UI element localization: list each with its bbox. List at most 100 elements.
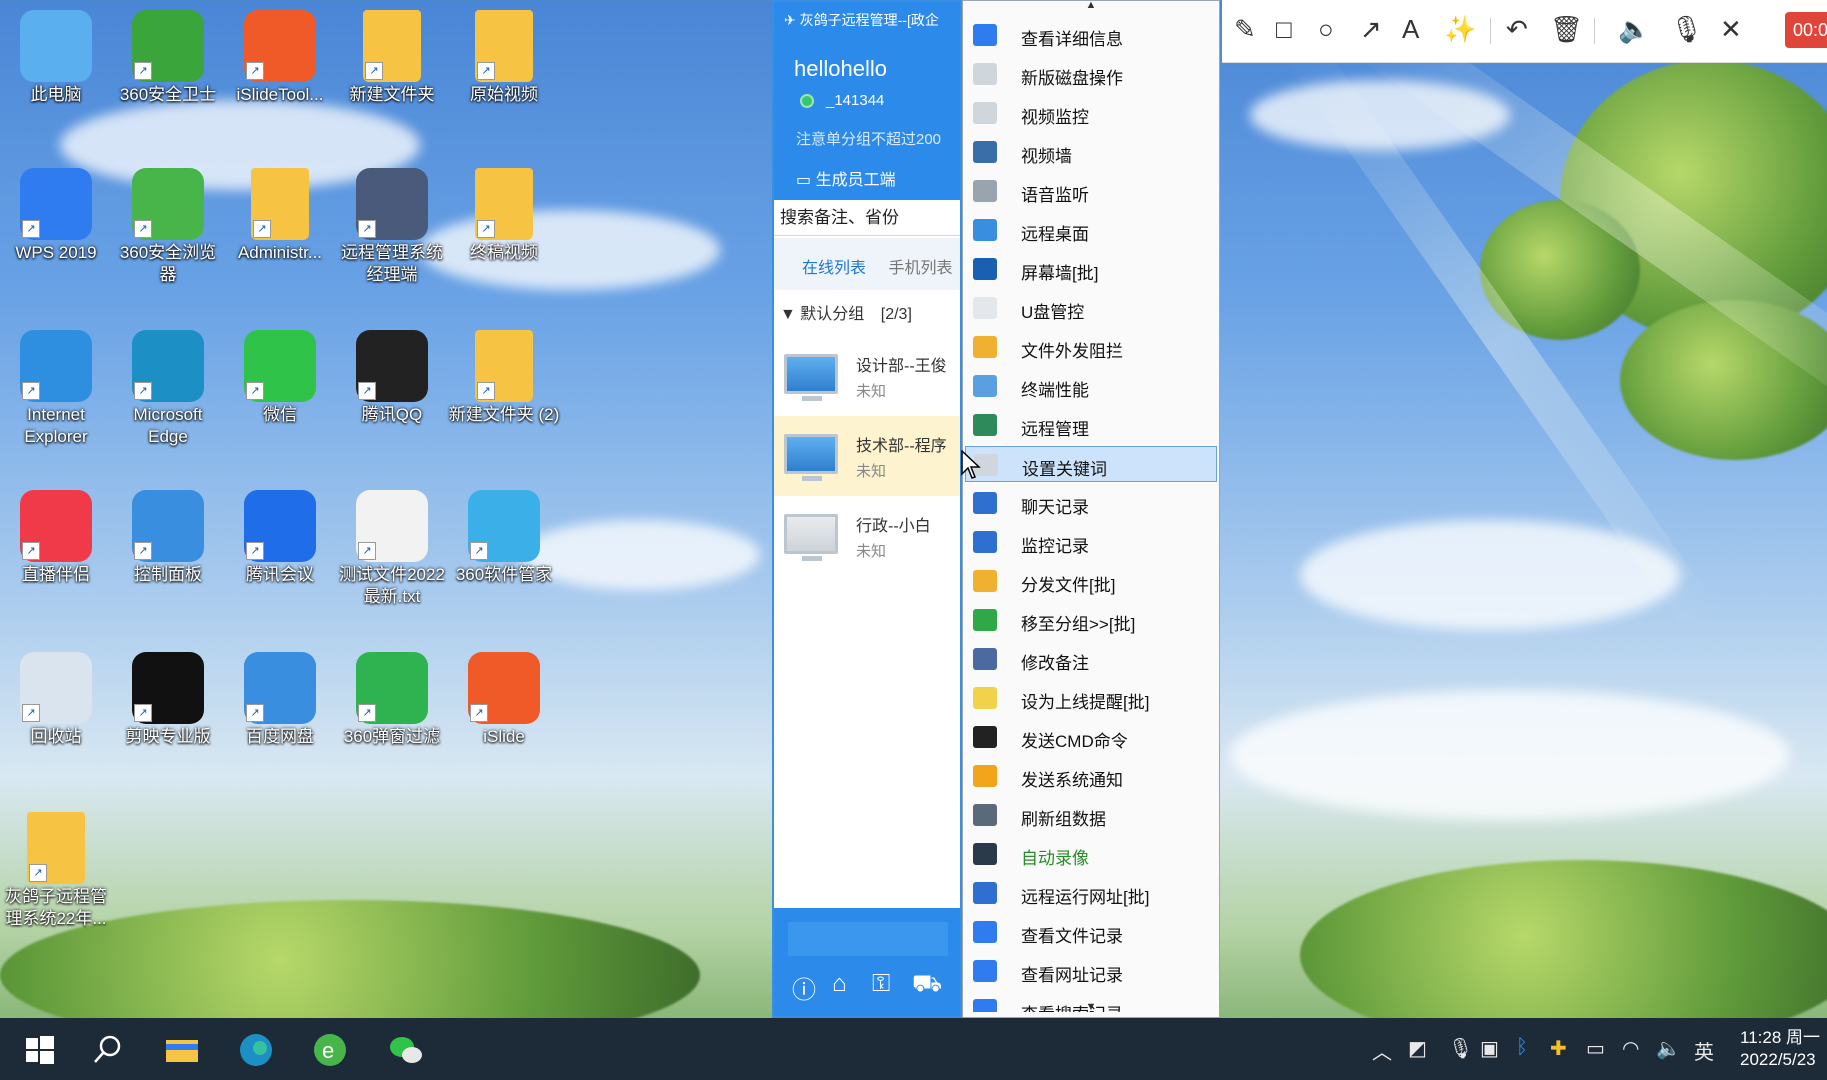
menu-item[interactable]: 聊天记录	[965, 485, 1217, 521]
menu-item[interactable]: 终端性能	[965, 368, 1217, 404]
screen-tray-icon[interactable]: ▣	[1480, 1036, 1499, 1061]
desktop-icon[interactable]: ↗ 灰鸽子远程管理系统22年...	[0, 812, 112, 930]
desktop-icon[interactable]: ↗ 微信	[224, 330, 336, 426]
menu-item[interactable]: 刷新组数据	[965, 797, 1217, 833]
menu-item[interactable]: 发送系统通知	[965, 758, 1217, 794]
desktop-icon[interactable]: ↗ 360弹窗过滤	[336, 652, 448, 748]
microphone-icon[interactable]: 🎙	[1670, 14, 1703, 44]
security-tray-icon[interactable]: ◩	[1408, 1036, 1427, 1061]
menu-item[interactable]: U盘管控	[965, 290, 1217, 326]
desktop-icon[interactable]: ↗ 控制面板	[112, 490, 224, 586]
search-input[interactable]: 搜索备注、省份	[774, 200, 960, 236]
desktop-icon[interactable]: ↗ 回收站	[0, 652, 112, 748]
battery-icon[interactable]: ▭	[1586, 1036, 1605, 1061]
circle-icon[interactable]: ○	[1318, 14, 1334, 44]
menu-item[interactable]: 监控记录	[965, 524, 1217, 560]
menu-item[interactable]: 查看文件记录	[965, 914, 1217, 950]
search-icon[interactable]	[88, 1030, 128, 1070]
lock-icon[interactable]: ⌂	[832, 970, 847, 998]
desktop-icon[interactable]: ↗ WPS 2019	[0, 168, 112, 264]
islide-icon: ↗	[468, 652, 540, 724]
menu-item[interactable]: 视频墙	[965, 134, 1217, 170]
device-row-selected[interactable]: 技术部--程序 未知	[774, 416, 960, 496]
desktop-icon[interactable]: ↗ iSlide	[448, 652, 560, 748]
trash-icon[interactable]: 🗑	[1550, 14, 1583, 44]
menu-item-label: 语音监听	[1021, 186, 1089, 205]
menu-item[interactable]: 语音监听	[965, 173, 1217, 209]
menu-item-label: 新版磁盘操作	[1021, 69, 1123, 88]
desktop-icon[interactable]: ↗ 直播伴侣	[0, 490, 112, 586]
computer-icon	[784, 354, 838, 394]
desktop-icon[interactable]: ↗ 新建文件夹	[336, 10, 448, 106]
menu-item[interactable]: 移至分组>>[批]	[965, 602, 1217, 638]
menu-item[interactable]: 视频监控	[965, 95, 1217, 131]
rectangle-icon[interactable]: □	[1276, 14, 1292, 44]
device-row[interactable]: 行政--小白 未知	[774, 496, 960, 576]
device-row[interactable]: 设计部--王俊 未知	[774, 336, 960, 416]
wechat-taskbar-icon[interactable]	[386, 1030, 426, 1070]
pencil-icon[interactable]: ✎	[1234, 14, 1256, 44]
menu-item[interactable]: 分发文件[批]	[965, 563, 1217, 599]
desktop-icon[interactable]: ↗ Internet Explorer	[0, 330, 112, 448]
generate-employee-button[interactable]: ▭ 生成员工端	[796, 166, 896, 190]
speaker-icon[interactable]: 🔈	[1618, 14, 1650, 44]
cart-icon[interactable]: ⛟	[912, 970, 942, 1000]
menu-item[interactable]: 自动录像	[965, 836, 1217, 872]
menu-item[interactable]: 设置关键词	[965, 446, 1217, 482]
microphone-tray-icon[interactable]: 🎙	[1448, 1036, 1473, 1061]
key-icon[interactable]: ⚿	[872, 970, 890, 998]
desktop-icon[interactable]: ↗ iSlideTool...	[224, 10, 336, 106]
close-icon[interactable]: ✕	[1720, 14, 1742, 44]
desktop-icon[interactable]: ↗ 剪映专业版	[112, 652, 224, 748]
360-browser-taskbar-icon[interactable]: e	[310, 1030, 350, 1070]
tab-mobile-list[interactable]: 手机列表	[888, 254, 952, 278]
tab-online-list[interactable]: 在线列表	[802, 254, 866, 278]
360-tray-icon[interactable]: ✚	[1550, 1036, 1567, 1061]
menu-item[interactable]: 远程管理	[965, 407, 1217, 443]
arrow-icon[interactable]: ↗	[1360, 14, 1382, 44]
text-icon[interactable]: A	[1402, 14, 1419, 44]
menu-item[interactable]: 发送CMD命令	[965, 719, 1217, 755]
group-header[interactable]: ▼ 默认分组 [2/3]	[780, 300, 912, 324]
volume-icon[interactable]: 🔈	[1656, 1036, 1681, 1061]
desktop-icon[interactable]: ↗ 百度网盘	[224, 652, 336, 748]
menu-item[interactable]: 查看搜索记录	[965, 992, 1217, 1012]
desktop-icon[interactable]: ↗ Administr...	[224, 168, 336, 264]
menu-item[interactable]: 远程运行网址[批]	[965, 875, 1217, 911]
desktop-icon[interactable]: 此电脑	[0, 10, 112, 106]
menu-item[interactable]: 远程桌面	[965, 212, 1217, 248]
desktop-icon[interactable]: ↗ 360安全浏览器	[112, 168, 224, 286]
desktop-icon[interactable]: ↗ 终稿视频	[448, 168, 560, 264]
menu-item[interactable]: 查看网址记录	[965, 953, 1217, 989]
menu-item-label: 屏幕墙[批]	[1021, 264, 1099, 283]
edge-browser-icon[interactable]	[236, 1030, 276, 1070]
desktop-icon[interactable]: ↗ 腾讯QQ	[336, 330, 448, 426]
desktop-icon[interactable]: ↗ 远程管理系统经理端	[336, 168, 448, 286]
menu-item[interactable]: 新版磁盘操作	[965, 56, 1217, 92]
menu-scroll-up-icon[interactable]: ▲	[963, 0, 1219, 15]
windows-start-icon[interactable]	[20, 1030, 60, 1070]
undo-icon[interactable]: ↶	[1506, 14, 1528, 44]
info-icon[interactable]: ⓘ	[792, 970, 816, 1005]
desktop-icon[interactable]: ↗ 360软件管家	[448, 490, 560, 586]
desktop-icon[interactable]: ↗ 360安全卫士	[112, 10, 224, 106]
menu-item[interactable]: 修改备注	[965, 641, 1217, 677]
file-explorer-icon[interactable]	[162, 1030, 202, 1070]
desktop-icon[interactable]: ↗ 测试文件2022最新.txt	[336, 490, 448, 608]
chevron-up-icon[interactable]: ︿	[1372, 1036, 1392, 1065]
desktop-icon[interactable]: ↗ Microsoft Edge	[112, 330, 224, 448]
desktop-icon-label: Administr...	[237, 243, 323, 262]
shortcut-arrow-icon: ↗	[134, 542, 152, 560]
menu-item[interactable]: 查看详细信息	[965, 17, 1217, 53]
menu-item[interactable]: 文件外发阻拦	[965, 329, 1217, 365]
magic-wand-icon[interactable]: ✨	[1444, 14, 1476, 44]
bluetooth-icon[interactable]: ᛒ	[1516, 1036, 1528, 1059]
desktop-icon[interactable]: ↗ 原始视频	[448, 10, 560, 106]
wifi-icon[interactable]: ◠	[1622, 1036, 1639, 1061]
menu-item[interactable]: 设为上线提醒[批]	[965, 680, 1217, 716]
clock[interactable]: 11:28 周一 2022/5/23	[1740, 1027, 1820, 1071]
menu-item[interactable]: 屏幕墙[批]	[965, 251, 1217, 287]
desktop-icon[interactable]: ↗ 新建文件夹 (2)	[448, 330, 560, 426]
desktop-icon[interactable]: ↗ 腾讯会议	[224, 490, 336, 586]
ime-indicator[interactable]: 英	[1694, 1036, 1714, 1065]
